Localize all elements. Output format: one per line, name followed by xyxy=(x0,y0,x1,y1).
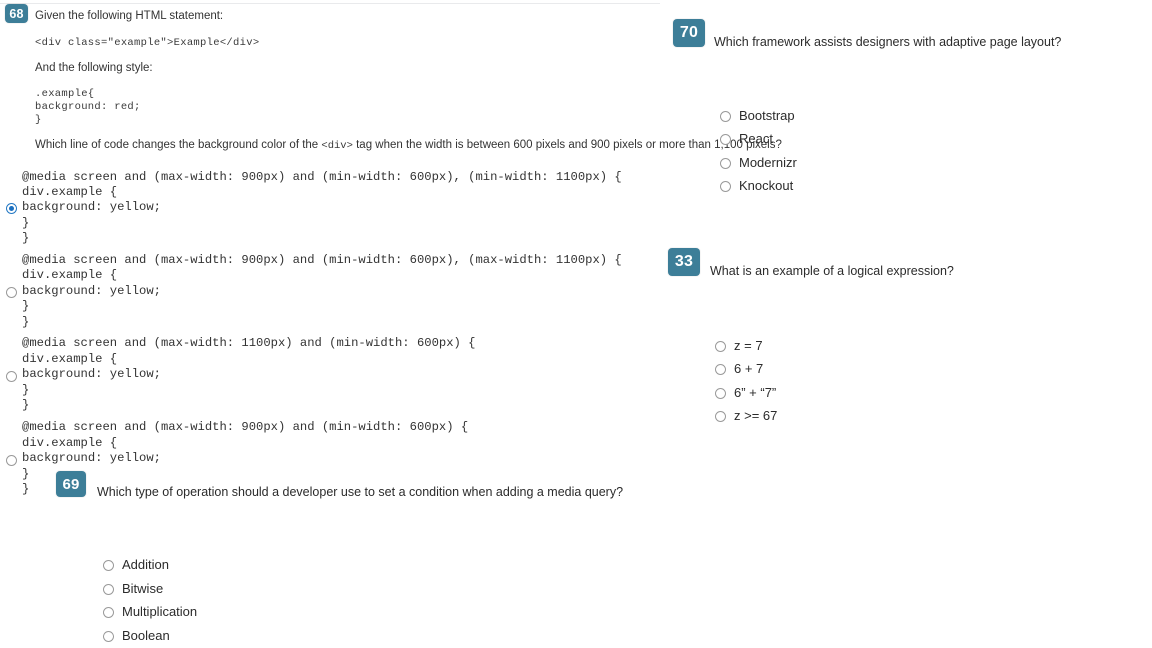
q69-option-1[interactable]: Addition xyxy=(103,557,169,573)
q70-option-3-label: Modernizr xyxy=(739,155,797,170)
q70-option-1-radio[interactable] xyxy=(720,110,731,122)
q33-option-3-radio[interactable] xyxy=(715,387,726,399)
q33-option-1[interactable]: z = 7 xyxy=(715,338,763,354)
q68-option-1-line-4[interactable]: } xyxy=(22,216,29,232)
q68-style-sample-line-2: background: red; xyxy=(35,101,141,113)
q69-option-1-label: Addition xyxy=(122,557,169,572)
q33-question-text: What is an example of a logical expressi… xyxy=(710,264,954,278)
q33-option-3-label: 6” + “7” xyxy=(734,385,777,400)
q69-option-3-radio[interactable] xyxy=(103,606,114,618)
q68-prompt-prefix: Which line of code changes the backgroun… xyxy=(35,139,322,151)
q68-prompt-suffix: tag when the width is between 600 pixels… xyxy=(352,139,782,151)
q68-option-4-line-4[interactable]: } xyxy=(22,467,29,483)
q70-option-3[interactable]: Modernizr xyxy=(720,155,797,171)
question-number-badge-68: 68 xyxy=(5,4,28,23)
q70-option-3-radio[interactable] xyxy=(720,157,731,169)
q70-option-2-label: React xyxy=(739,131,773,146)
q69-option-1-radio[interactable] xyxy=(103,559,114,571)
q70-option-2[interactable]: React xyxy=(720,131,773,147)
q68-stem-line-1: Given the following HTML statement: xyxy=(35,10,224,22)
q68-option-4-line-3[interactable]: background: yellow; xyxy=(22,451,161,467)
q33-option-2-radio[interactable] xyxy=(715,363,726,375)
q68-option-1-line-1[interactable]: @media screen and (max-width: 900px) and… xyxy=(22,170,622,186)
q68-option-2-line-4[interactable]: } xyxy=(22,299,29,315)
q33-option-1-radio[interactable] xyxy=(715,340,726,352)
q68-option-2-radio[interactable] xyxy=(6,287,17,298)
q69-option-3[interactable]: Multiplication xyxy=(103,604,197,620)
q33-option-2[interactable]: 6 + 7 xyxy=(715,361,763,377)
q68-option-4-line-1[interactable]: @media screen and (max-width: 900px) and… xyxy=(22,420,468,436)
q68-option-4-radio[interactable] xyxy=(6,455,17,466)
q68-prompt-inline-code: <div> xyxy=(321,140,353,152)
q69-option-4-radio[interactable] xyxy=(103,630,114,642)
q68-option-4-line-2[interactable]: div.example { xyxy=(22,436,117,452)
q70-option-4-radio[interactable] xyxy=(720,180,731,192)
q69-question-text: Which type of operation should a develop… xyxy=(97,485,624,499)
q69-option-2-radio[interactable] xyxy=(103,583,114,595)
q68-option-2-line-2[interactable]: div.example { xyxy=(22,268,117,284)
question-number-badge-69: 69 xyxy=(56,471,86,497)
q69-option-4[interactable]: Boolean xyxy=(103,628,170,644)
q68-option-3-line-5[interactable]: } xyxy=(22,398,29,414)
q33-option-1-label: z = 7 xyxy=(734,338,763,353)
q68-html-code-sample: <div class="example">Example</div> xyxy=(35,37,260,49)
top-divider xyxy=(0,3,660,4)
q69-option-4-label: Boolean xyxy=(122,628,170,643)
q33-option-4-radio[interactable] xyxy=(715,410,726,422)
q68-option-4-line-5[interactable]: } xyxy=(22,482,29,498)
q70-option-4-label: Knockout xyxy=(739,178,794,193)
q70-question-text: Which framework assists designers with a… xyxy=(714,35,1062,49)
q70-option-1[interactable]: Bootstrap xyxy=(720,108,795,124)
q68-option-3-line-2[interactable]: div.example { xyxy=(22,352,117,368)
q68-option-1-line-3[interactable]: background: yellow; xyxy=(22,200,161,216)
q68-option-1-line-5[interactable]: } xyxy=(22,231,29,247)
q68-option-1-radio[interactable] xyxy=(6,203,17,214)
q69-option-2[interactable]: Bitwise xyxy=(103,581,163,597)
q68-option-2-line-3[interactable]: background: yellow; xyxy=(22,284,161,300)
q69-option-3-label: Multiplication xyxy=(122,604,198,619)
q68-option-3-radio[interactable] xyxy=(6,371,17,382)
q70-option-1-label: Bootstrap xyxy=(739,108,795,123)
q70-option-2-radio[interactable] xyxy=(720,133,731,145)
q68-option-1-line-2[interactable]: div.example { xyxy=(22,185,117,201)
q68-style-sample-line-3: } xyxy=(35,114,42,126)
q68-option-3-line-1[interactable]: @media screen and (max-width: 1100px) an… xyxy=(22,336,475,352)
question-number-badge-33: 33 xyxy=(668,248,700,276)
q68-option-3-line-4[interactable]: } xyxy=(22,383,29,399)
q69-option-2-label: Bitwise xyxy=(122,581,164,596)
q70-option-4[interactable]: Knockout xyxy=(720,178,793,194)
q68-option-2-line-5[interactable]: } xyxy=(22,315,29,331)
q68-option-3-line-3[interactable]: background: yellow; xyxy=(22,367,161,383)
q68-stem-line-2: And the following style: xyxy=(35,62,153,74)
q33-option-4-label: z >= 67 xyxy=(734,408,778,423)
question-number-badge-70: 70 xyxy=(673,19,705,47)
q33-option-2-label: 6 + 7 xyxy=(734,361,764,376)
q33-option-4[interactable]: z >= 67 xyxy=(715,408,777,424)
q33-option-3[interactable]: 6” + “7” xyxy=(715,385,776,401)
q68-option-2-line-1[interactable]: @media screen and (max-width: 900px) and… xyxy=(22,253,622,269)
q68-prompt: Which line of code changes the backgroun… xyxy=(35,138,782,154)
